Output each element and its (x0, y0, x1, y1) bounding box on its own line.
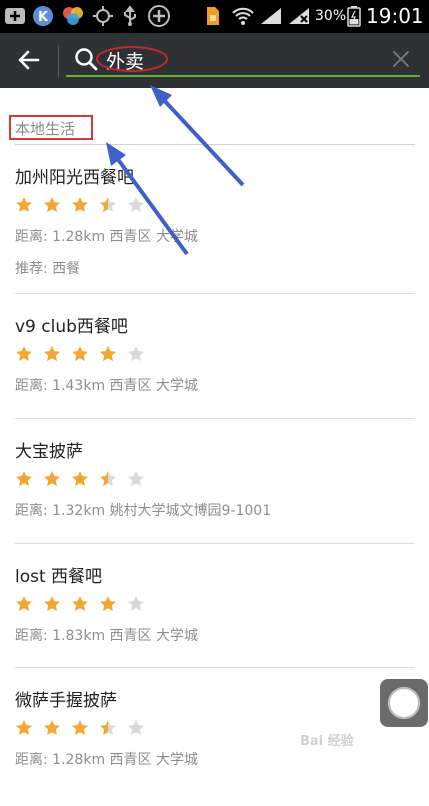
plus-icon (4, 6, 26, 26)
star-icon (128, 197, 144, 212)
svg-text:K: K (38, 10, 49, 25)
result-item[interactable]: 微萨手握披萨距离: 1.28km 西青区 大学城 (0, 686, 429, 806)
result-name: 大宝披萨 (15, 442, 83, 462)
result-item[interactable]: 大宝披萨距离: 1.32km 姚村大学城文博园9-1001 (0, 437, 429, 557)
battery-percentage: 30% (315, 8, 347, 24)
wifi-icon (231, 6, 255, 26)
search-icon (74, 47, 98, 75)
star-icon (100, 197, 116, 212)
result-item[interactable]: lost 西餐吧距离: 1.83km 西青区 大学城 (0, 562, 429, 682)
star-icon (100, 720, 116, 735)
result-name: 微萨手握披萨 (15, 691, 117, 711)
result-name: v9 club西餐吧 (15, 317, 128, 337)
back-arrow-icon (18, 50, 40, 70)
star-icon (128, 720, 144, 735)
result-distance: 距离: 1.28km 西青区 大学城 (15, 229, 198, 245)
k-app-icon: K (32, 6, 54, 26)
star-icon (100, 471, 116, 486)
color-circles-icon (60, 6, 86, 26)
star-icon (128, 346, 144, 361)
result-name: 加州阳光西餐吧 (15, 168, 134, 188)
star-icon (16, 596, 32, 611)
add-circle-icon (147, 5, 171, 27)
battery-icon (347, 6, 361, 27)
section-divider (15, 144, 415, 145)
list-divider (15, 293, 415, 294)
result-distance: 距离: 1.28km 西青区 大学城 (15, 752, 198, 768)
star-icon (72, 720, 88, 735)
result-distance: 距离: 1.43km 西青区 大学城 (15, 378, 198, 394)
star-icon (72, 471, 88, 486)
status-bar: K 30% 19:01 (0, 0, 429, 33)
star-icon (100, 596, 116, 611)
star-icon (128, 471, 144, 486)
signal-icon (259, 6, 283, 26)
list-divider (15, 667, 415, 668)
star-icon (72, 596, 88, 611)
result-name: lost 西餐吧 (15, 567, 103, 587)
close-icon (393, 51, 409, 67)
result-distance: 距离: 1.83km 西青区 大学城 (15, 628, 198, 644)
usb-icon (120, 5, 140, 26)
result-item[interactable]: 加州阳光西餐吧距离: 1.28km 西青区 大学城 推荐: 西餐 (0, 163, 429, 283)
star-icon (16, 471, 32, 486)
star-icon (16, 346, 32, 361)
assistive-touch-button[interactable] (380, 679, 428, 727)
clock: 19:01 (366, 4, 424, 28)
star-icon (44, 720, 60, 735)
back-button[interactable] (12, 43, 46, 77)
action-bar-divider (58, 45, 59, 77)
assistive-touch-icon (388, 687, 420, 719)
gps-icon (92, 6, 114, 26)
search-underline (66, 75, 420, 77)
list-divider (15, 418, 415, 419)
star-icon (16, 720, 32, 735)
star-icon (44, 346, 60, 361)
star-icon (44, 471, 60, 486)
no-signal-icon (287, 6, 311, 26)
star-icon (44, 197, 60, 212)
star-icon (72, 346, 88, 361)
result-distance: 距离: 1.32km 姚村大学城文博园9-1001 (15, 503, 272, 519)
list-divider (15, 543, 415, 544)
star-icon (128, 596, 144, 611)
star-icon (44, 596, 60, 611)
star-icon (72, 197, 88, 212)
annotation-ellipse (96, 46, 168, 72)
sim-card-icon (205, 6, 221, 26)
star-icon (16, 197, 32, 212)
annotation-box (9, 115, 93, 140)
result-item[interactable]: v9 club西餐吧距离: 1.43km 西青区 大学城 (0, 312, 429, 432)
search-action-bar: 外卖 (0, 33, 429, 88)
star-icon (100, 346, 116, 361)
clear-search-button[interactable] (390, 48, 412, 70)
result-recommendation: 推荐: 西餐 (15, 261, 81, 277)
watermark: Bai 经验 (300, 734, 354, 749)
